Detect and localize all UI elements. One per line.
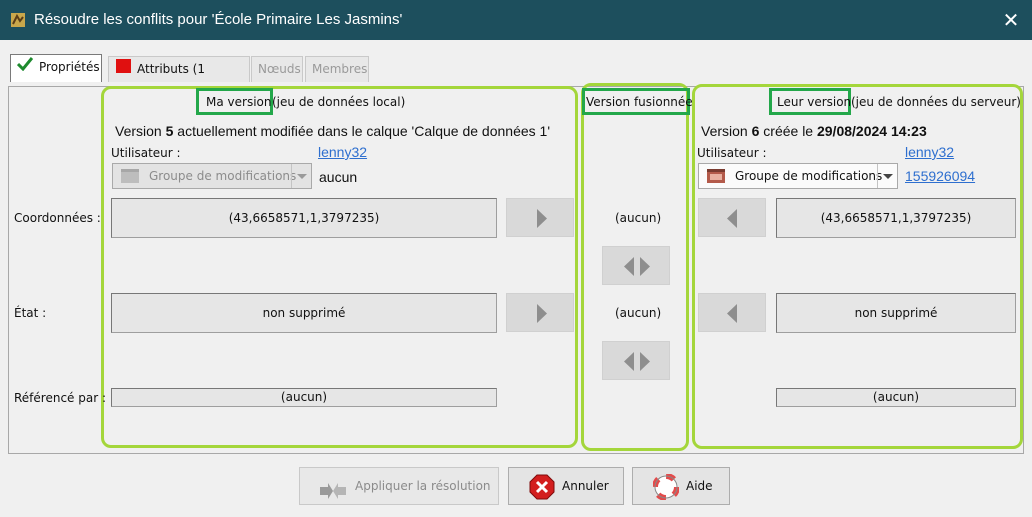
app-icon <box>10 12 26 28</box>
lifebuoy-icon <box>652 473 680 514</box>
apply-resolution-button[interactable]: Appliquer la résolution <box>299 467 499 505</box>
row-label-referenced-by: Référencé par : <box>14 391 107 405</box>
merge-arrows-icon <box>624 257 650 276</box>
version-number: 5 <box>165 123 174 139</box>
changeset-icon <box>118 167 142 188</box>
merge-state-button[interactable] <box>602 341 670 380</box>
theirs-changeset-combo[interactable]: Groupe de modifications <box>698 163 898 189</box>
theirs-coordinates-field: (43,6658571,1,3797235) <box>776 198 1016 238</box>
theirs-user-label: Utilisateur : <box>697 146 767 160</box>
mine-header-title: Ma version <box>206 95 272 109</box>
take-mine-state-button[interactable] <box>506 293 574 332</box>
mine-state-field: non supprimé <box>111 293 497 333</box>
chevron-down-icon <box>291 164 311 188</box>
mine-changeset-value: aucun <box>319 169 358 185</box>
mine-changeset-combo[interactable]: Groupe de modifications <box>112 163 312 189</box>
merge-arrows-icon <box>624 352 650 371</box>
help-button[interactable]: Aide <box>632 467 730 505</box>
tab-proprietes[interactable]: Propriétés <box>10 54 102 82</box>
row-label-coordinates: Coordonnées : <box>14 211 101 225</box>
merged-header-title: Version fusionnée <box>586 95 693 109</box>
merge-coordinates-button[interactable] <box>602 246 670 285</box>
row-label-state: État : <box>14 306 47 320</box>
theirs-referenced-by-field: (aucun) <box>776 388 1016 407</box>
changeset-icon <box>704 167 728 188</box>
merged-coordinates-value: (aucun) <box>615 211 662 225</box>
help-label: Aide <box>686 479 713 493</box>
arrow-left-icon <box>727 209 737 228</box>
theirs-user-link[interactable]: lenny32 <box>905 144 954 160</box>
mine-user-link[interactable]: lenny32 <box>318 144 367 160</box>
mine-referenced-by-field: (aucun) <box>111 388 497 407</box>
theirs-state-field: non supprimé <box>776 293 1016 333</box>
mine-header-subtitle: (jeu de données local) <box>272 95 406 109</box>
tab-label: Membres <box>312 62 368 76</box>
merge-arrows-icon <box>318 478 348 514</box>
theirs-header-title: Leur version <box>777 95 852 109</box>
version-prefix: Version <box>701 123 748 139</box>
window-title: Résoudre les conflits pour 'École Primai… <box>34 11 403 28</box>
theirs-changeset-link[interactable]: 155926094 <box>905 168 975 184</box>
title-bar: Résoudre les conflits pour 'École Primai… <box>0 0 1032 40</box>
version-prefix: Version <box>115 123 162 139</box>
take-theirs-coordinates-button[interactable] <box>698 198 766 237</box>
tab-membres[interactable]: Membres <box>305 56 369 82</box>
cancel-button[interactable]: Annuler <box>508 467 624 505</box>
cancel-icon <box>529 474 555 514</box>
merged-state-value: (aucun) <box>615 306 662 320</box>
mine-version-line: Version 5 actuellement modifiée dans le … <box>115 123 550 139</box>
cancel-label: Annuler <box>562 479 609 493</box>
arrow-right-icon <box>537 209 547 228</box>
take-mine-coordinates-button[interactable] <box>506 198 574 237</box>
checkmark-icon <box>16 55 34 80</box>
combo-label: Groupe de modifications <box>735 169 883 183</box>
apply-label: Appliquer la résolution <box>355 479 491 493</box>
chevron-down-icon <box>877 164 897 188</box>
arrow-right-icon <box>537 304 547 323</box>
tab-label: Nœuds <box>258 62 301 76</box>
red-square-icon <box>115 57 131 82</box>
version-description: actuellement modifiée dans le calque 'Ca… <box>177 123 550 139</box>
tab-attributs[interactable]: Attributs (1 conflit) <box>108 56 250 101</box>
arrow-left-icon <box>727 304 737 323</box>
mine-coordinates-field: (43,6658571,1,3797235) <box>111 198 497 238</box>
mine-user-label: Utilisateur : <box>111 146 181 160</box>
combo-label: Groupe de modifications <box>149 169 297 183</box>
tab-label: Propriétés <box>39 60 100 74</box>
close-icon[interactable]: ✕ <box>998 6 1024 34</box>
version-date: 29/08/2024 14:23 <box>816 123 927 139</box>
version-number: 6 <box>751 123 760 139</box>
tab-noeuds[interactable]: Nœuds <box>251 56 303 82</box>
theirs-header-subtitle: (jeu de données du serveur) <box>851 95 1021 109</box>
take-theirs-state-button[interactable] <box>698 293 766 332</box>
version-created-label: créée le <box>763 123 814 139</box>
theirs-version-line: Version 6 créée le 29/08/2024 14:23 <box>701 123 927 139</box>
